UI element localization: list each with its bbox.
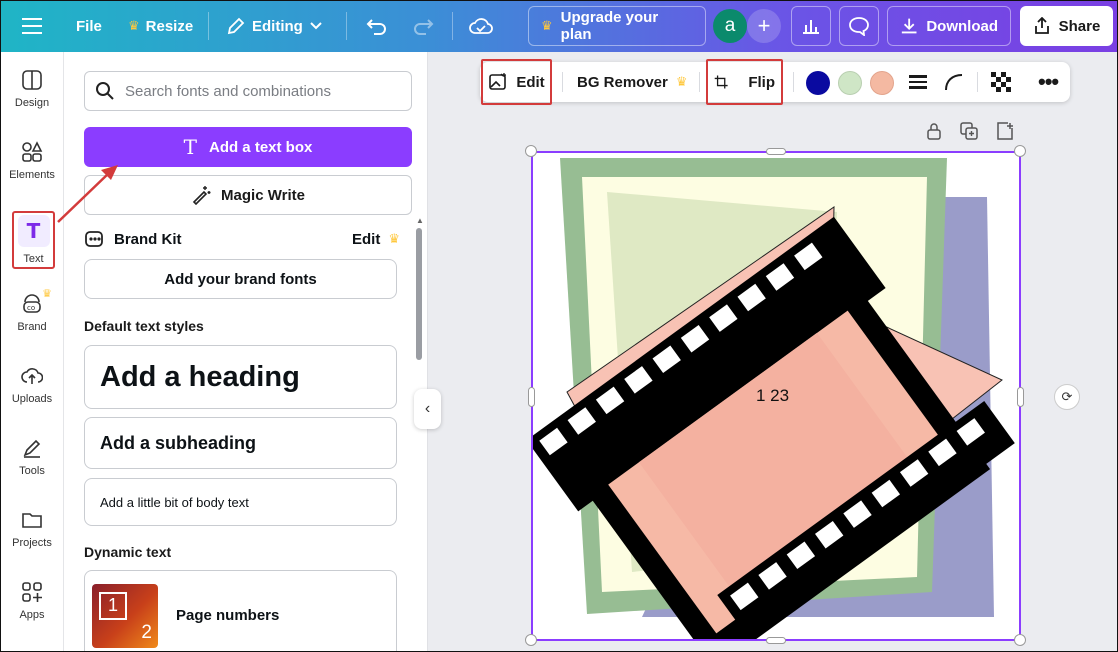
annotation-arrow [57,165,118,223]
